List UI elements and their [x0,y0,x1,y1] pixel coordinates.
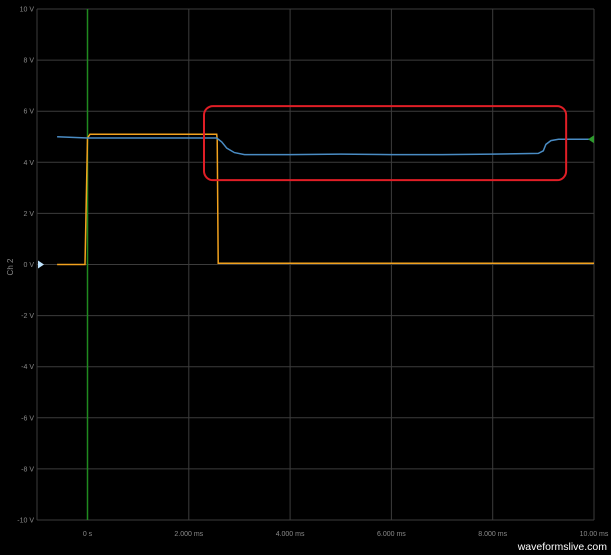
y-tick-label: -2 V [21,313,34,320]
x-tick-label: 8.000 ms [478,531,507,538]
x-tick-label: 6.000 ms [377,531,406,538]
y-tick-label: 4 V [23,160,34,167]
x-tick-label: 10.00 ms [580,531,609,538]
y-tick-label: -8 V [21,466,34,473]
y-tick-label: -10 V [17,518,34,525]
x-tick-label: 2.000 ms [174,531,203,538]
y-tick-label: 2 V [23,211,34,218]
x-tick-label: 0 s [83,531,93,538]
y-tick-label: -6 V [21,415,34,422]
watermark: waveformslive.com [517,541,607,553]
y-tick-label: 8 V [23,58,34,65]
oscilloscope-plot[interactable]: Ch 2 10 V 8 V 6 V 4 V 2 V 0 V -2 V -4 V -6 V -8 V… [0,0,611,555]
y-tick-label: -4 V [21,364,34,371]
plot-background [0,0,611,555]
y-tick-label: 10 V [20,7,35,14]
x-tick-label: 4.000 ms [276,531,305,538]
channel-axis-label: Ch 2 [6,258,15,275]
y-tick-label: 6 V [23,109,34,116]
y-tick-label: 0 V [23,262,34,269]
